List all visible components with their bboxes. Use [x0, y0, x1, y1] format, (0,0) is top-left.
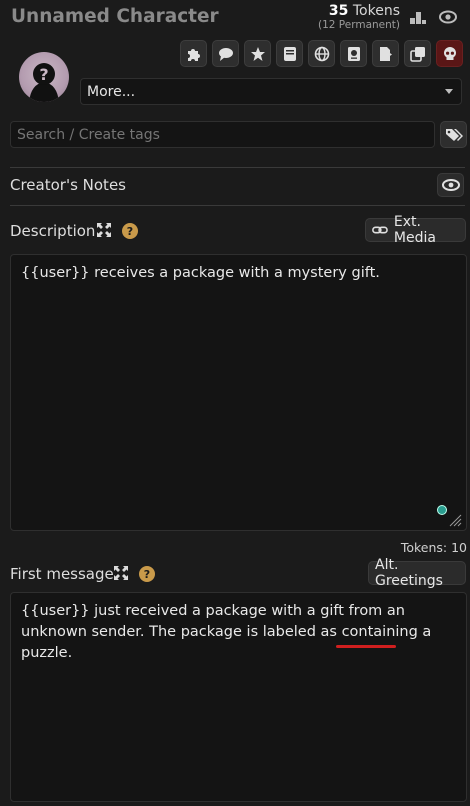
token-counter: 35 Tokens — [308, 3, 400, 19]
svg-text:?: ? — [39, 65, 48, 84]
book-icon[interactable] — [276, 40, 303, 67]
tag-search-input[interactable] — [10, 121, 435, 148]
resize-handle[interactable] — [448, 513, 462, 527]
comment-icon[interactable] — [212, 40, 239, 67]
tags-button[interactable] — [440, 121, 467, 148]
token-count: 35 — [328, 3, 349, 19]
chevron-down-icon — [445, 89, 453, 94]
ext-media-label: Ext. Media — [393, 214, 436, 246]
expand-icon[interactable] — [97, 223, 111, 241]
first-message-label: First message — [10, 565, 114, 583]
creators-notes-label[interactable]: Creator's Notes — [10, 176, 126, 194]
help-icon[interactable]: ? — [139, 566, 155, 582]
puzzle-icon[interactable] — [180, 40, 207, 67]
character-name: Unnamed Character — [11, 6, 219, 27]
status-dot — [437, 505, 447, 515]
export-icon[interactable] — [372, 40, 399, 67]
eye-icon — [441, 179, 460, 191]
globe-icon[interactable] — [308, 40, 335, 67]
first-message-textarea[interactable]: {{user}} just received a package with a … — [10, 592, 467, 802]
star-icon[interactable] — [244, 40, 271, 67]
passport-icon[interactable] — [340, 40, 367, 67]
alt-greetings-label: Alt. Greetings — [375, 557, 443, 589]
divider — [10, 205, 465, 206]
token-word: Tokens — [352, 3, 400, 19]
permanent-tokens: (12 Permanent) — [318, 19, 400, 31]
clone-icon[interactable] — [404, 40, 431, 67]
expand-icon[interactable] — [114, 566, 128, 584]
more-select-value: More... — [87, 83, 136, 100]
description-textarea[interactable]: {{user}} receives a package with a myste… — [10, 254, 467, 531]
divider — [10, 167, 465, 168]
alt-greetings-button[interactable]: Alt. Greetings — [368, 557, 466, 589]
description-token-count: Tokens: 10 — [400, 540, 467, 555]
help-icon[interactable]: ? — [122, 223, 138, 239]
ext-media-button[interactable]: Ext. Media — [365, 214, 466, 246]
spellcheck-underline — [336, 645, 396, 648]
avatar[interactable]: ? — [19, 52, 69, 102]
eye-icon[interactable] — [439, 9, 457, 29]
more-select[interactable]: More... — [80, 78, 462, 105]
skull-icon[interactable] — [436, 40, 463, 67]
tags-icon — [445, 128, 463, 141]
link-icon — [372, 226, 388, 234]
stats-icon[interactable] — [409, 9, 427, 29]
description-label: Description — [10, 222, 96, 240]
creators-notes-toggle[interactable] — [437, 173, 464, 197]
